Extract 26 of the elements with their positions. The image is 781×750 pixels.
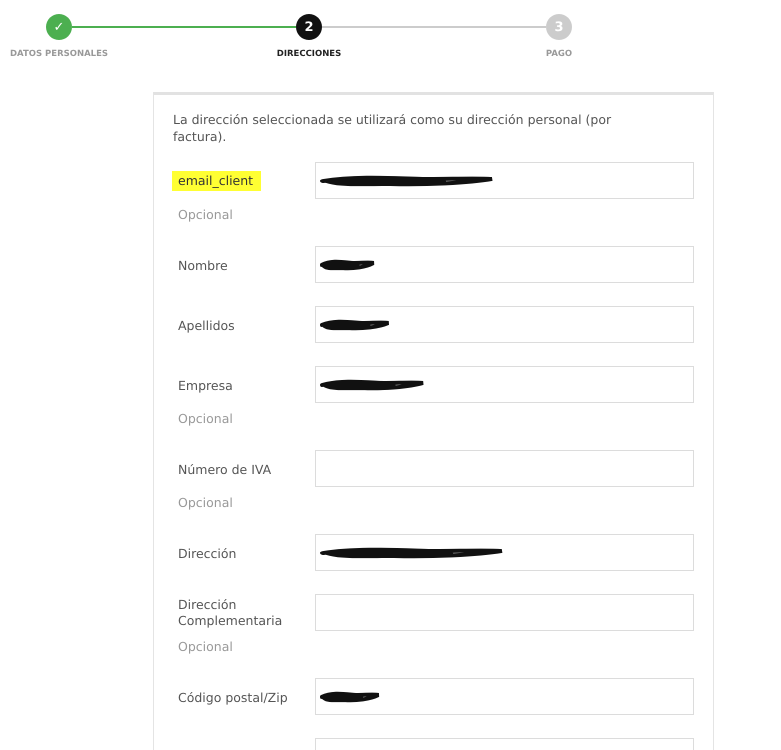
field-label: Empresa	[178, 376, 234, 394]
input-field[interactable]	[315, 246, 694, 283]
optional-note: Opcional	[178, 207, 233, 223]
field-label: Número de IVA	[178, 460, 272, 478]
step-circle: 2	[296, 14, 322, 40]
intro-text: La dirección seleccionada se utilizará como su dirección personal (por factura).	[173, 111, 612, 145]
step-label: DIRECCIONES	[276, 49, 342, 59]
input-field[interactable]	[315, 366, 694, 403]
optional-note: Opcional	[178, 495, 233, 511]
step-label: PAGO	[546, 49, 572, 59]
field-label: Dirección	[178, 544, 238, 562]
input-field[interactable]	[315, 678, 694, 715]
input-field[interactable]	[315, 162, 694, 199]
input-field[interactable]	[315, 306, 694, 343]
field-label: Código postal/Zip	[178, 688, 289, 706]
step-circle: ✓	[46, 14, 72, 40]
optional-note: Opcional	[178, 639, 233, 655]
step-label: DATOS PERSONALES	[10, 49, 108, 59]
field-label: Nombre	[178, 256, 229, 274]
field-label: email_client	[172, 171, 262, 191]
field-label: Apellidos	[178, 316, 236, 334]
field-label: Dirección Complementaria	[178, 596, 284, 630]
optional-note: Opcional	[178, 411, 233, 427]
input-field[interactable]	[315, 594, 694, 631]
input-field[interactable]	[315, 450, 694, 487]
input-field[interactable]	[315, 534, 694, 571]
